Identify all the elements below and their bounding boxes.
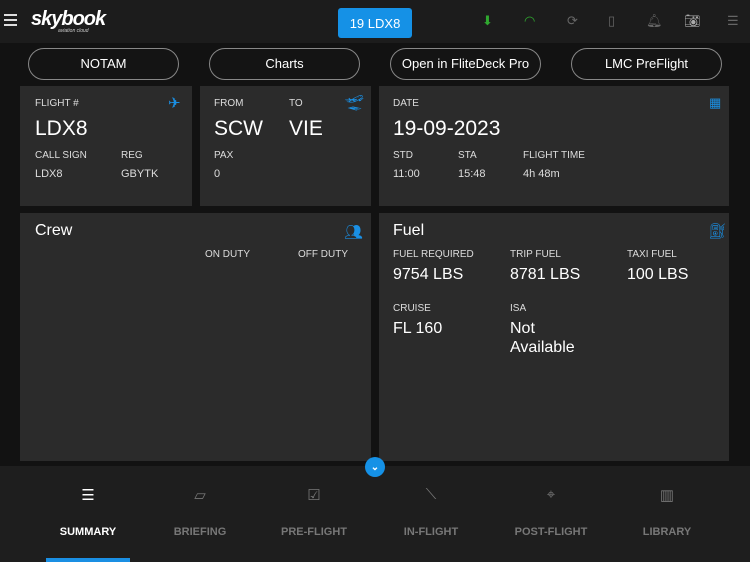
origin: SCW <box>214 117 263 140</box>
on-duty-header: ON DUTY <box>205 249 250 260</box>
location-pin-icon: ⌖ <box>546 486 556 503</box>
tab-in-flight[interactable]: ⟍ IN-FLIGHT <box>376 486 486 538</box>
list-icon: ☰ <box>81 487 95 504</box>
taxi-fuel-label: TAXI FUEL <box>627 249 677 260</box>
route-icon: ⟍ <box>425 486 437 503</box>
tab-post-flight[interactable]: ⌖ POST-FLIGHT <box>496 486 606 538</box>
route-card[interactable]: FROM TO 🛫︎ SCW VIE PAX 0 <box>200 86 371 206</box>
std-label: STD <box>393 150 413 161</box>
wifi-icon: ◠ <box>524 13 536 28</box>
tab-label: BRIEFING <box>173 526 227 538</box>
sync-icon[interactable]: ⟳ <box>567 13 578 29</box>
fuel-card[interactable]: Fuel ⛽︎ FUEL REQUIRED TRIP FUEL TAXI FUE… <box>379 213 729 461</box>
pax-count: 0 <box>214 168 221 180</box>
taxi-fuel: 100 LBS <box>627 266 689 283</box>
tab-summary[interactable]: ☰ SUMMARY <box>33 486 143 538</box>
tab-label: SUMMARY <box>59 526 117 538</box>
flight-number: LDX8 <box>35 117 88 140</box>
notam-button[interactable]: NOTAM <box>28 48 179 80</box>
crew-title: Crew <box>35 222 73 239</box>
calendar-icon: ▦ <box>709 95 722 110</box>
bookmark-icon[interactable]: ▯ <box>608 13 615 29</box>
crew-group-icon: 👥︎ <box>344 224 364 241</box>
trip-fuel-label: TRIP FUEL <box>510 249 561 260</box>
expand-chevron-down-icon[interactable]: ⌄ <box>365 457 385 477</box>
bell-icon[interactable]: 🔔︎ <box>646 13 663 29</box>
off-duty-header: OFF DUTY <box>298 249 348 260</box>
date-card[interactable]: DATE ▦ 19-09-2023 STD STA FLIGHT TIME 11… <box>379 86 729 206</box>
to-label: TO <box>289 98 303 109</box>
map-icon: ▱ <box>194 487 206 504</box>
isa-value: Not Available <box>510 320 575 356</box>
flight-card[interactable]: FLIGHT # ✈ LDX8 CALL SIGN REG LDX8 GBYTK <box>20 86 192 206</box>
tab-label: LIBRARY <box>642 526 692 538</box>
sta: 15:48 <box>458 168 486 180</box>
takeoff-icon: 🛫︎ <box>345 95 365 112</box>
top-bar: skybook aviation cloud 19 LDX8 ⬇ ◠ ⟳ ▯ 🔔… <box>0 0 750 43</box>
fuel-required-label: FUEL REQUIRED <box>393 249 474 260</box>
registration: GBYTK <box>121 168 159 180</box>
call-sign-label: CALL SIGN <box>35 150 87 161</box>
from-label: FROM <box>214 98 244 109</box>
camera-icon[interactable]: 📷︎ <box>684 13 701 29</box>
fuel-title: Fuel <box>393 222 425 239</box>
flight-selector-button[interactable]: 19 LDX8 <box>338 8 412 38</box>
cruise-level: FL 160 <box>393 320 443 337</box>
tab-library[interactable]: ▥ LIBRARY <box>612 486 722 538</box>
reg-label: REG <box>121 150 143 161</box>
flight-time: 4h 48m <box>523 168 560 180</box>
flight-time-label: FLIGHT TIME <box>523 150 585 161</box>
checklist-icon: ☑ <box>307 487 321 504</box>
books-icon: ▥ <box>659 487 675 504</box>
charts-button[interactable]: Charts <box>209 48 360 80</box>
tab-label: POST-FLIGHT <box>514 526 588 538</box>
download-icon[interactable]: ⬇ <box>482 13 493 29</box>
flight-label: FLIGHT # <box>35 98 79 109</box>
call-sign: LDX8 <box>35 168 63 180</box>
settings-sliders-icon[interactable]: ☰ <box>727 13 739 29</box>
isa-label: ISA <box>510 303 527 314</box>
fuel-pump-icon: ⛽︎ <box>708 223 728 240</box>
open-flitedeck-button[interactable]: Open in FliteDeck Pro <box>390 48 541 80</box>
fuel-required: 9754 LBS <box>393 266 464 283</box>
lmc-preflight-button[interactable]: LMC PreFlight <box>571 48 722 80</box>
cruise-label: CRUISE <box>393 303 431 314</box>
logo-subtitle: aviation cloud <box>58 28 89 34</box>
hamburger-menu-icon[interactable] <box>4 14 17 29</box>
sta-label: STA <box>458 150 477 161</box>
airplane-icon: ✈ <box>168 95 181 112</box>
tab-briefing[interactable]: ▱ BRIEFING <box>145 486 255 538</box>
bottom-navigation: ☰ SUMMARY ▱ BRIEFING ☑ PRE-FLIGHT ⟍ IN-FLIGH… <box>0 466 750 562</box>
flight-date: 19-09-2023 <box>393 117 501 140</box>
destination: VIE <box>289 117 323 140</box>
active-tab-indicator <box>46 558 130 562</box>
tab-pre-flight[interactable]: ☑ PRE-FLIGHT <box>259 486 369 538</box>
pax-label: PAX <box>214 150 234 161</box>
tab-label: IN-FLIGHT <box>403 526 459 538</box>
crew-card[interactable]: Crew 👥︎ ON DUTY OFF DUTY <box>20 213 371 461</box>
date-label: DATE <box>393 98 419 109</box>
std: 11:00 <box>393 168 420 180</box>
trip-fuel: 8781 LBS <box>510 266 581 283</box>
tab-label: PRE-FLIGHT <box>281 526 347 538</box>
